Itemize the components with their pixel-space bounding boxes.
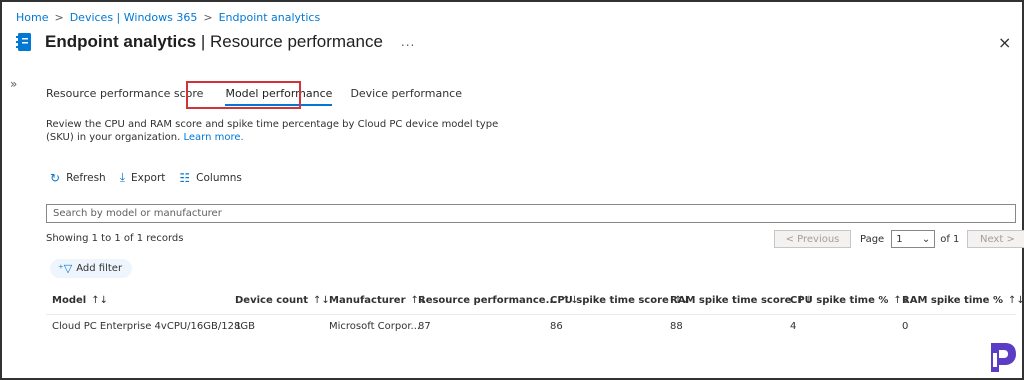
columns-button[interactable]: ☷ Columns xyxy=(179,171,241,185)
previous-button[interactable]: < Previous xyxy=(774,230,851,248)
cell-cpu-spike-time-percent: 4 xyxy=(790,321,797,332)
page-label: Page xyxy=(860,233,885,245)
chevron-right-icon: > xyxy=(203,11,213,24)
cell-device-count: 1 xyxy=(235,321,242,332)
column-header-model[interactable]: Model ↑↓ xyxy=(52,295,108,306)
page-title-main: Endpoint analytics xyxy=(45,32,197,51)
columns-icon: ☷ xyxy=(179,170,191,185)
cell-ram-spike-time-score: 88 xyxy=(670,321,683,332)
more-options-button[interactable]: ... xyxy=(401,35,415,49)
breadcrumb-home[interactable]: Home xyxy=(16,11,48,24)
column-header-ram-spike-time-percent[interactable]: RAM spike time % ↑↓ xyxy=(902,295,1024,306)
column-header-label: Resource performance... xyxy=(418,295,557,306)
next-button[interactable]: Next > xyxy=(967,230,1024,248)
column-header-label: CPU spike time score xyxy=(550,295,669,306)
cell-cpu-spike-time-score: 86 xyxy=(550,321,563,332)
export-label: Export xyxy=(131,171,166,184)
page-count: of 1 xyxy=(940,233,960,245)
page-description: Review the CPU and RAM score and spike t… xyxy=(46,118,506,144)
filter-add-icon: ⁺▽ xyxy=(58,262,73,275)
tab-highlight-box xyxy=(186,81,301,109)
column-header-label: Model xyxy=(52,295,87,306)
expand-sidebar-icon[interactable]: » xyxy=(10,77,17,91)
columns-label: Columns xyxy=(196,171,242,184)
cell-manufacturer: Microsoft Corpor... xyxy=(329,321,421,332)
column-header-label: Device count xyxy=(235,295,309,306)
tab-resource-performance-score[interactable]: Resource performance score xyxy=(46,87,203,106)
chevron-down-icon: ⌄ xyxy=(921,233,931,245)
sort-icon: ↑↓ xyxy=(313,295,330,306)
column-header-label: RAM spike time score xyxy=(670,295,792,306)
toolbar: ↻ Refresh ⤓ Export ☷ Columns xyxy=(50,170,256,185)
add-filter-button[interactable]: ⁺▽ Add filter xyxy=(50,259,133,278)
learn-more-link[interactable]: Learn more. xyxy=(183,132,243,143)
search-input[interactable]: Search by model or manufacturer xyxy=(46,204,1016,223)
cell-model[interactable]: Cloud PC Enterprise 4vCPU/16GB/128GB xyxy=(52,321,255,332)
column-header-label: Manufacturer xyxy=(329,295,406,306)
column-header-cpu-spike-time-percent[interactable]: CPU spike time % ↑↓ xyxy=(790,295,910,306)
column-header-label: CPU spike time % xyxy=(790,295,889,306)
close-icon[interactable]: × xyxy=(998,33,1011,52)
sort-icon: ↑↓ xyxy=(1007,295,1024,306)
cell-ram-spike-time-percent: 0 xyxy=(902,321,909,332)
breadcrumb: Home > Devices | Windows 365 > Endpoint … xyxy=(16,11,320,24)
column-header-device-count[interactable]: Device count ↑↓ xyxy=(235,295,330,306)
page-value: 1 xyxy=(896,233,903,245)
page-title: Endpoint analytics | Resource performanc… xyxy=(45,32,383,52)
tab-device-performance[interactable]: Device performance xyxy=(350,87,462,106)
column-header-manufacturer[interactable]: Manufacturer ↑↓ xyxy=(329,295,427,306)
breadcrumb-devices[interactable]: Devices | Windows 365 xyxy=(70,11,198,24)
page-title-sub: | Resource performance xyxy=(196,32,383,51)
site-logo xyxy=(988,341,1018,375)
refresh-button[interactable]: ↻ Refresh xyxy=(50,171,106,185)
report-icon xyxy=(16,32,32,52)
page-select[interactable]: 1 ⌄ xyxy=(891,230,936,248)
export-button[interactable]: ⤓ Export xyxy=(120,170,166,185)
records-count: Showing 1 to 1 of 1 records xyxy=(46,233,184,244)
sort-icon: ↑↓ xyxy=(91,295,108,306)
refresh-icon: ↻ xyxy=(50,170,61,185)
pagination: < Previous Page 1 ⌄ of 1 Next > xyxy=(774,230,1024,248)
description-text: Review the CPU and RAM score and spike t… xyxy=(46,119,499,143)
table-header-divider xyxy=(46,314,1016,315)
add-filter-label: Add filter xyxy=(76,263,123,274)
column-header-label: RAM spike time % xyxy=(902,295,1003,306)
refresh-label: Refresh xyxy=(66,171,106,184)
page-header: Endpoint analytics | Resource performanc… xyxy=(16,32,415,52)
cell-resource-performance: 87 xyxy=(418,321,431,332)
window-frame: Home > Devices | Windows 365 > Endpoint … xyxy=(0,0,1024,380)
breadcrumb-endpoint-analytics[interactable]: Endpoint analytics xyxy=(219,11,321,24)
chevron-right-icon: > xyxy=(54,11,64,24)
download-icon: ⤓ xyxy=(119,170,126,184)
